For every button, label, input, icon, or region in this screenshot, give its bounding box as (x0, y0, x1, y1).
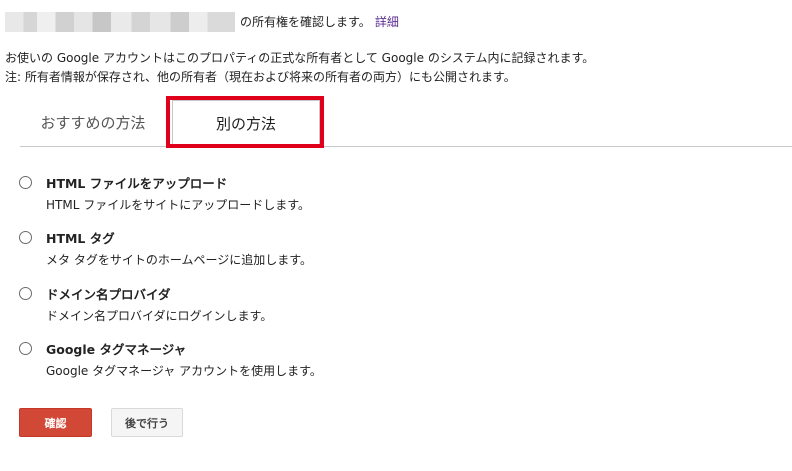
redacted-site-url (5, 12, 235, 32)
ownership-description: お使いの Google アカウントはこのプロパティの正式な所有者として Goog… (5, 51, 595, 65)
confirm-button[interactable]: 確認 (19, 408, 92, 437)
radio-domain-name-provider[interactable] (19, 287, 32, 300)
option-title: Google タグマネージャ (46, 342, 187, 357)
later-button[interactable]: 後で行う (111, 408, 183, 437)
radio-html-file-upload[interactable] (19, 176, 32, 189)
details-link[interactable]: 詳細 (375, 15, 399, 29)
radio-google-tag-manager[interactable] (19, 342, 32, 355)
option-description: メタ タグをサイトのホームページに追加します。 (46, 253, 313, 267)
tab-divider (20, 146, 792, 147)
title-text: の所有権を確認します。 (240, 15, 371, 29)
tab-alternate-methods[interactable]: 別の方法 (172, 100, 320, 148)
option-title: ドメイン名プロバイダ (46, 287, 171, 302)
option-title: HTML タグ (46, 231, 115, 246)
option-description: ドメイン名プロバイダにログインします。 (46, 309, 273, 323)
option-description: Google タグマネージャ アカウントを使用します。 (46, 364, 322, 378)
method-tabs: おすすめの方法 別の方法 (20, 100, 792, 148)
ownership-note: 注: 所有者情報が保存され、他の所有者（現在および将来の所有者の両方）にも公開さ… (5, 70, 516, 84)
page-title: の所有権を確認します。 詳細 (240, 14, 399, 30)
radio-html-tag[interactable] (19, 231, 32, 244)
tab-recommended-method[interactable]: おすすめの方法 (22, 100, 164, 146)
option-title: HTML ファイルをアップロード (46, 176, 228, 191)
option-description: HTML ファイルをサイトにアップロードします。 (46, 198, 311, 212)
